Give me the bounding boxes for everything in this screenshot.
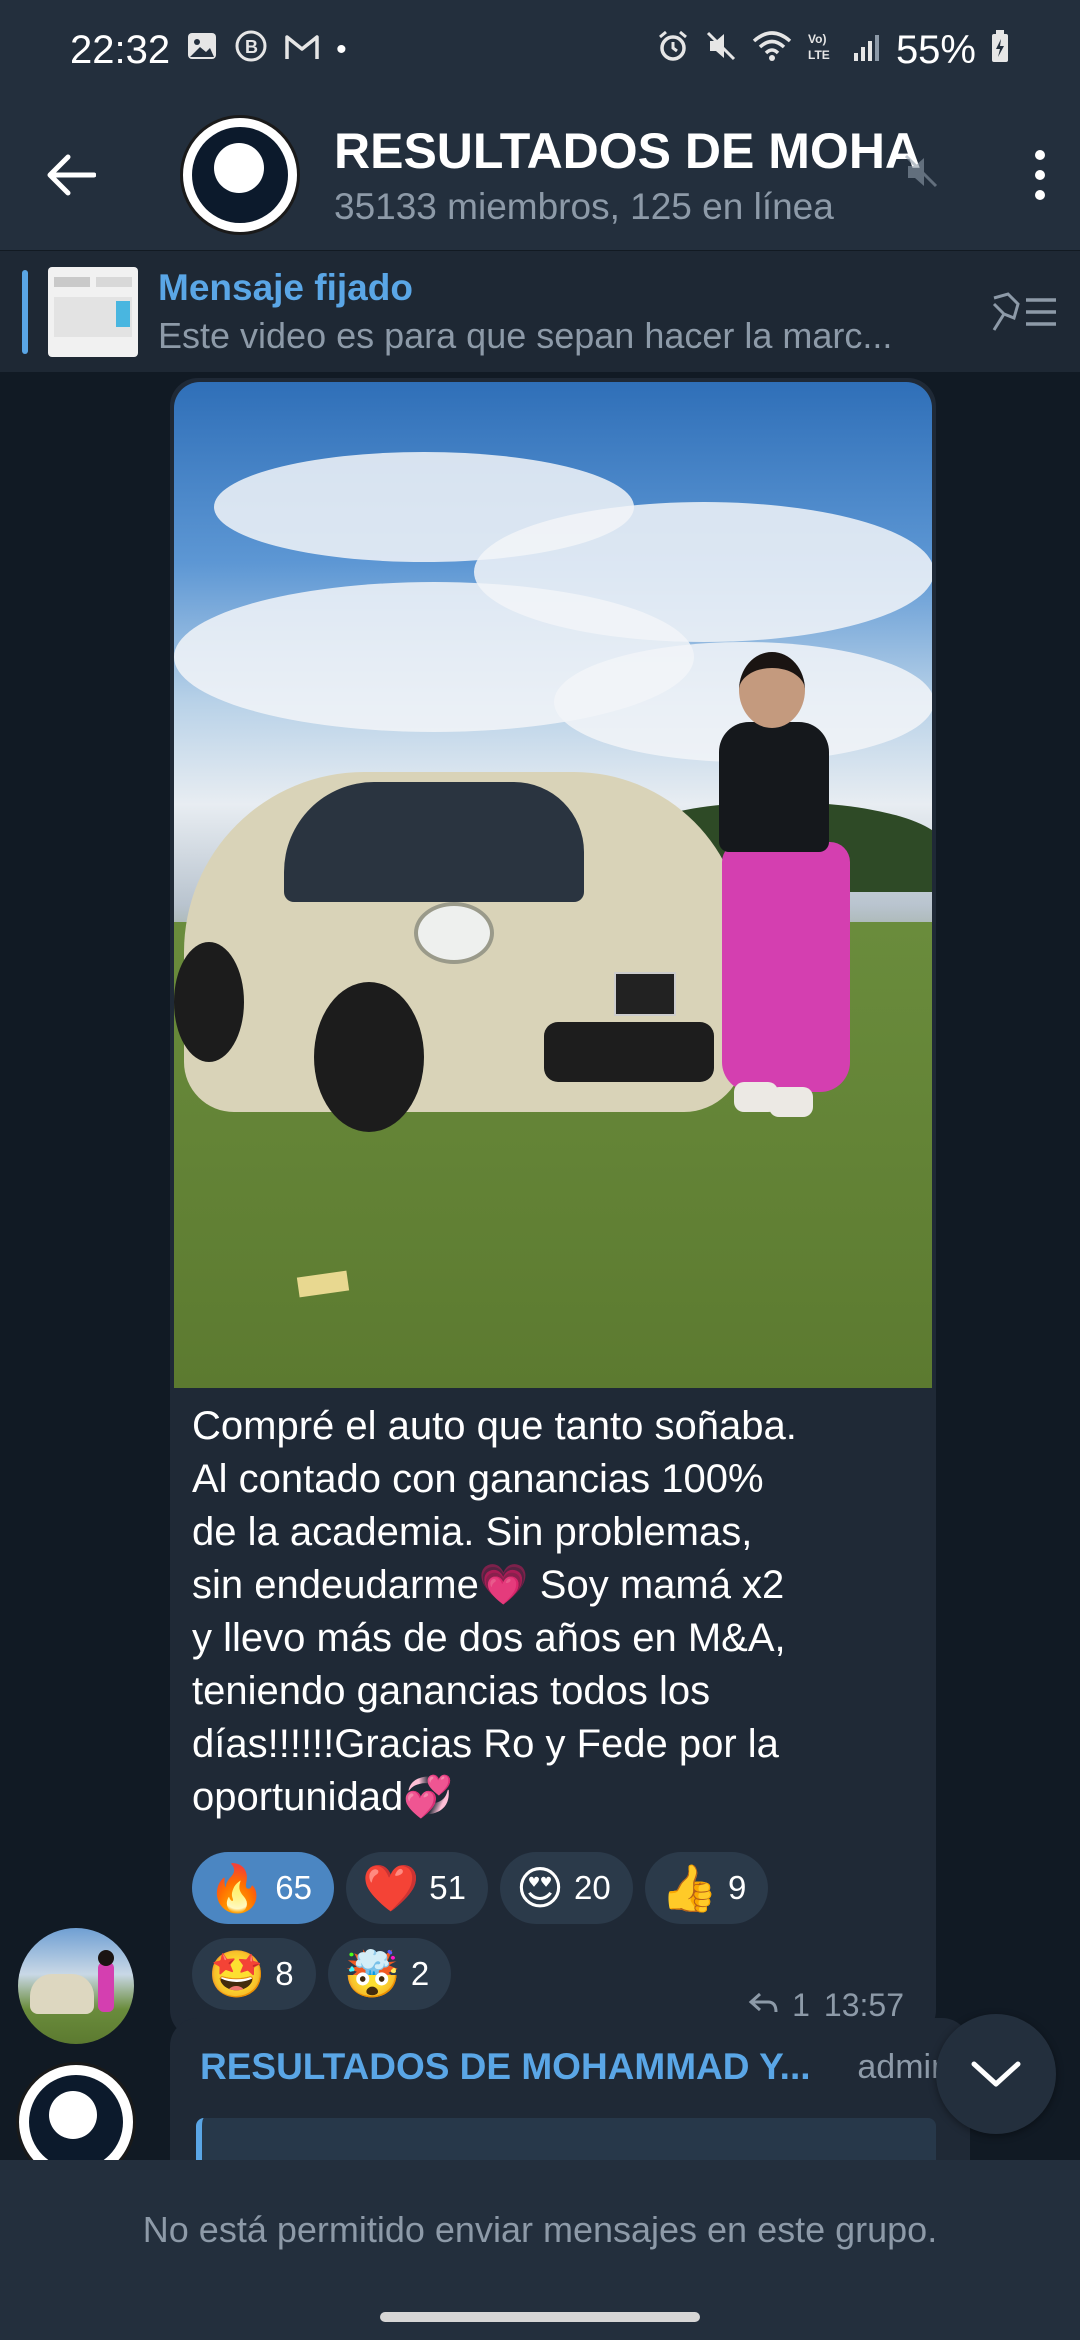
svg-text:LTE: LTE bbox=[808, 48, 830, 62]
chat-subtitle: 35133 miembros, 125 en línea bbox=[334, 186, 834, 227]
thumbs-up-emoji-icon: 👍 bbox=[660, 1861, 718, 1914]
channel-avatar[interactable] bbox=[180, 115, 300, 235]
message-line: y llevo más de dos años en M&A, bbox=[192, 1616, 786, 1660]
message-line: oportunidad💞 bbox=[192, 1775, 454, 1819]
chat-header: RESULTADOS DE MOHAM 35133 miembros, 125 … bbox=[0, 100, 1080, 250]
next-sender-avatar[interactable] bbox=[16, 2062, 136, 2160]
message-line: teniendo ganancias todos los bbox=[192, 1669, 711, 1713]
message-line: días!!!!!!Gracias Ro y Fede por la bbox=[192, 1722, 779, 1766]
message-text: Compré el auto que tanto soñaba. Al cont… bbox=[192, 1400, 912, 1824]
dot-icon bbox=[1035, 150, 1045, 160]
notice-text: No está permitido enviar mensajes en est… bbox=[142, 2209, 938, 2250]
system-nav-bar bbox=[0, 2300, 1080, 2340]
channel-logo-icon bbox=[192, 127, 288, 223]
back-button[interactable] bbox=[0, 100, 140, 250]
scroll-down-button[interactable] bbox=[936, 2014, 1056, 2134]
alarm-icon bbox=[656, 28, 690, 73]
arrow-left-icon bbox=[47, 154, 96, 196]
pinned-thumbnail bbox=[48, 266, 138, 357]
chat-messages[interactable]: Compré el auto que tanto soñaba. Al cont… bbox=[0, 372, 1080, 2160]
home-gesture-handle[interactable] bbox=[380, 2312, 700, 2322]
reaction-count: 8 bbox=[275, 1955, 294, 1992]
message-line: de la academia. Sin problemas, bbox=[192, 1510, 753, 1554]
reaction-count: 20 bbox=[573, 1869, 611, 1906]
heart-eyes-emoji-icon: 😍 bbox=[516, 1862, 564, 1914]
next-message-bubble[interactable]: RESULTADOS DE MOHAMMAD Y... admin bbox=[170, 2018, 970, 2160]
chat-title: RESULTADOS DE MOHAM bbox=[334, 123, 924, 179]
speaker-muted-icon bbox=[902, 152, 942, 197]
svg-text:Vo): Vo) bbox=[808, 32, 826, 46]
fire-emoji-icon: 🔥 bbox=[208, 1861, 266, 1914]
dot-icon bbox=[1035, 190, 1045, 200]
dot-icon: • bbox=[336, 33, 347, 66]
reaction-fire[interactable]: 🔥 65 bbox=[192, 1852, 334, 1924]
pinned-content: Mensaje fijado Este video es para que se… bbox=[158, 267, 970, 357]
reaction-count: 65 bbox=[275, 1869, 312, 1906]
pin-list-icon bbox=[992, 291, 1056, 331]
more-options-button[interactable] bbox=[1000, 100, 1080, 250]
message-line: Al contado con ganancias 100% bbox=[192, 1457, 764, 1501]
reaction-heart-eyes[interactable]: 😍 20 bbox=[500, 1852, 633, 1924]
message-line: Compré el auto que tanto soñaba. bbox=[192, 1404, 797, 1448]
message-bubble[interactable]: Compré el auto que tanto soñaba. Al cont… bbox=[170, 378, 936, 2038]
image-icon bbox=[186, 31, 218, 70]
signal-icon bbox=[852, 28, 882, 73]
gmail-icon bbox=[284, 31, 320, 70]
b-badge-icon: B bbox=[234, 29, 268, 72]
reaction-heart[interactable]: ❤️ 51 bbox=[346, 1852, 488, 1924]
pinned-indicator bbox=[22, 269, 28, 354]
mind-blown-emoji-icon: 🤯 bbox=[343, 1947, 401, 2000]
mute-icon bbox=[704, 28, 738, 73]
status-left: 22:32 B • bbox=[70, 28, 347, 73]
heart-emoji-icon: ❤️ bbox=[362, 1861, 420, 1914]
chat-info[interactable]: RESULTADOS DE MOHAM 35133 miembros, 125 … bbox=[334, 122, 1080, 228]
sender-avatar[interactable] bbox=[18, 1928, 134, 2044]
channel-logo-icon bbox=[29, 2075, 123, 2160]
clock: 22:32 bbox=[70, 27, 171, 72]
reaction-count: 51 bbox=[429, 1869, 466, 1906]
input-disabled-notice: No está permitido enviar mensajes en est… bbox=[0, 2160, 1080, 2300]
star-struck-emoji-icon: 🤩 bbox=[208, 1947, 266, 2000]
wifi-icon bbox=[752, 28, 792, 73]
reaction-star-struck[interactable]: 🤩 8 bbox=[192, 1938, 316, 2010]
next-message-reply-preview[interactable] bbox=[196, 2118, 936, 2160]
message-line: sin endeudarme💗 Soy mamá x2 bbox=[192, 1563, 785, 1607]
pinned-message-bar[interactable]: Mensaje fijado Este video es para que se… bbox=[0, 250, 1080, 372]
pinned-preview: Este video es para que sepan hacer la ma… bbox=[158, 314, 893, 356]
status-right: Vo) LTE 55% bbox=[656, 28, 1010, 73]
battery-icon bbox=[990, 28, 1010, 73]
chevron-down-icon bbox=[971, 2061, 1021, 2087]
pinned-label: Mensaje fijado bbox=[158, 266, 413, 308]
reaction-count: 2 bbox=[410, 1955, 430, 1992]
status-bar: 22:32 B • Vo) LTE 55% bbox=[0, 0, 1080, 100]
message-photo[interactable] bbox=[174, 382, 932, 1388]
reaction-thumbs-up[interactable]: 👍 9 bbox=[644, 1852, 769, 1924]
battery-percent: 55% bbox=[895, 27, 976, 72]
pinned-list-button[interactable] bbox=[970, 290, 1080, 334]
reaction-mind-blown[interactable]: 🤯 2 bbox=[327, 1938, 452, 2010]
svg-text:B: B bbox=[245, 37, 258, 57]
dot-icon bbox=[1035, 170, 1045, 180]
volte-icon: Vo) LTE bbox=[806, 28, 838, 73]
reaction-count: 9 bbox=[727, 1869, 747, 1906]
next-message-sender[interactable]: RESULTADOS DE MOHAMMAD Y... bbox=[200, 2046, 811, 2088]
